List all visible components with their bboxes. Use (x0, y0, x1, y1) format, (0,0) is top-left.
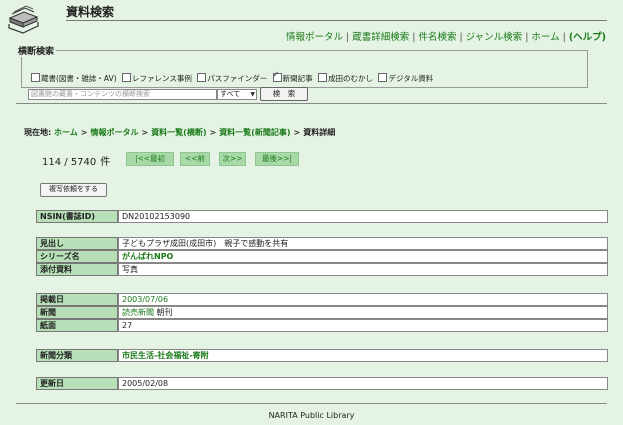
field-value-page: 27 (118, 319, 608, 332)
checkbox-collection[interactable] (31, 73, 40, 82)
breadcrumb-current: 資料詳細 (303, 128, 336, 137)
chevron-down-icon: ▼ (250, 90, 255, 98)
divider (16, 103, 607, 104)
checkbox-label: 新聞記事 (282, 74, 313, 83)
scope-select-value: すべて (220, 89, 241, 98)
field-label: 添付資料 (36, 263, 118, 276)
result-position-value: 114 / 5740 (42, 157, 97, 168)
nav-detailed-search[interactable]: 蔵書詳細検索 (352, 32, 409, 43)
search-query-row: すべて ▼ 検 索 (28, 87, 308, 101)
field-label: 新聞 (36, 306, 118, 319)
record-table-id: NSIN(書誌ID) DN20102153090 (36, 210, 608, 223)
record-table-publication: 掲載日 2003/07/06 新聞 読売新聞 朝刊 紙面 27 (36, 293, 608, 332)
cross-search-legend: 横断検索 (18, 47, 55, 57)
table-row: 紙面 27 (36, 319, 608, 332)
nav-subject-search[interactable]: 件名検索 (418, 32, 456, 43)
breadcrumb-info-portal[interactable]: 情報ポータル (90, 128, 138, 137)
field-label: 新聞分類 (36, 349, 118, 362)
edition-text: 朝刊 (156, 308, 173, 317)
first-page-button[interactable]: |<<最初 (126, 152, 174, 166)
breadcrumb-list-cross[interactable]: 資料一覧(横断) (151, 128, 206, 137)
breadcrumb: 現在地: ホーム > 情報ポータル > 資料一覧(横断) > 資料一覧(新聞記事) > 資料詳細 (24, 128, 336, 137)
library-books-logo-icon (6, 4, 40, 34)
checkbox-label: レファレンス事例 (132, 74, 192, 83)
result-position: 114 / 5740 件 (42, 157, 110, 168)
checkbox-newspaper[interactable] (272, 70, 282, 82)
next-page-button[interactable]: 次>> (219, 152, 246, 166)
field-value-nsin: DN20102153090 (118, 210, 608, 223)
top-nav: 情報ポータル | 蔵書詳細検索 | 件名検索 | ジャンル検索 | ホーム | (ヘルプ) (286, 32, 606, 43)
field-label: 更新日 (36, 377, 118, 390)
breadcrumb-home[interactable]: ホーム (54, 128, 78, 137)
record-table-main: 見出し 子どもプラザ成田(成田市) 親子で感動を共有 シリーズ名 がんばれNPO… (36, 237, 608, 276)
checkbox-narita-past[interactable] (318, 73, 328, 82)
cross-search-panel: 横断検索 蔵書(図書・雑誌・AV) レファレンス事例 パスファインダー 新聞記事… (18, 44, 588, 101)
checkbox-label: 蔵書(図書・雑誌・AV) (41, 74, 117, 83)
table-row: 掲載日 2003/07/06 (36, 293, 608, 306)
breadcrumb-list-newspaper[interactable]: 資料一覧(新聞記事) (219, 128, 290, 137)
field-value-headline: 子どもプラザ成田(成田市) 親子で感動を共有 (118, 237, 608, 250)
pager: 114 / 5740 件 |<<最初 <<前 次>> 最後>>| (42, 152, 299, 168)
search-input[interactable] (28, 88, 217, 100)
field-label: NSIN(書誌ID) (36, 210, 118, 223)
table-row: シリーズ名 がんばれNPO (36, 250, 608, 263)
field-label: シリーズ名 (36, 250, 118, 263)
prev-page-button[interactable]: <<前 (180, 152, 210, 166)
header: 資料検索 情報ポータル | 蔵書詳細検索 | 件名検索 | ジャンル検索 | ホーム | (ヘルプ) (0, 0, 623, 44)
table-row: 新聞分類 市民生活-社会福祉-寄附 (36, 349, 608, 362)
result-unit: 件 (100, 157, 111, 168)
field-label: 掲載日 (36, 293, 118, 306)
pubdate-link[interactable]: 2003/07/06 (122, 295, 168, 304)
category-link[interactable]: 市民生活-社会福祉-寄附 (122, 351, 209, 360)
title-underline (66, 20, 607, 21)
table-row: 更新日 2005/02/08 (36, 377, 608, 390)
search-button[interactable]: 検 索 (260, 87, 308, 101)
divider (16, 403, 607, 404)
nav-genre-search[interactable]: ジャンル検索 (466, 32, 523, 43)
breadcrumb-prefix: 現在地: (24, 128, 52, 137)
checkbox-digital[interactable] (378, 73, 388, 82)
series-link[interactable]: がんばれNPO (122, 252, 173, 261)
field-value-updated: 2005/02/08 (118, 377, 608, 390)
newspaper-link[interactable]: 読売新聞 (122, 308, 154, 317)
checkbox-label: 成田のむかし (328, 74, 374, 83)
last-page-button[interactable]: 最後>>| (255, 152, 299, 166)
nav-help[interactable]: (ヘルプ) (569, 32, 606, 43)
page-title: 資料検索 (66, 5, 115, 19)
checkbox-label: デジタル資料 (388, 74, 434, 83)
checkbox-label: パスファインダー (207, 74, 268, 83)
search-target-checkboxes: 蔵書(図書・雑誌・AV) レファレンス事例 パスファインダー 新聞記事 成田のむ… (28, 70, 434, 84)
nav-home[interactable]: ホーム (531, 32, 559, 43)
checkbox-pathfinder[interactable] (197, 73, 207, 82)
field-label: 見出し (36, 237, 118, 250)
table-row: 添付資料 写真 (36, 263, 608, 276)
table-row: 見出し 子どもプラザ成田(成田市) 親子で感動を共有 (36, 237, 608, 250)
checkbox-reference[interactable] (122, 73, 132, 82)
table-row: NSIN(書誌ID) DN20102153090 (36, 210, 608, 223)
table-row: 新聞 読売新聞 朝刊 (36, 306, 608, 319)
nav-info-portal[interactable]: 情報ポータル (286, 32, 343, 43)
record-table-updated: 更新日 2005/02/08 (36, 377, 608, 390)
scope-select[interactable]: すべて ▼ (217, 88, 257, 100)
field-value-attached: 写真 (118, 263, 608, 276)
field-label: 紙面 (36, 319, 118, 332)
footer: NARITA Public Library (268, 411, 355, 420)
copy-request-button[interactable]: 複写依頼をする (40, 183, 107, 197)
record-table-category: 新聞分類 市民生活-社会福祉-寄附 (36, 349, 608, 362)
